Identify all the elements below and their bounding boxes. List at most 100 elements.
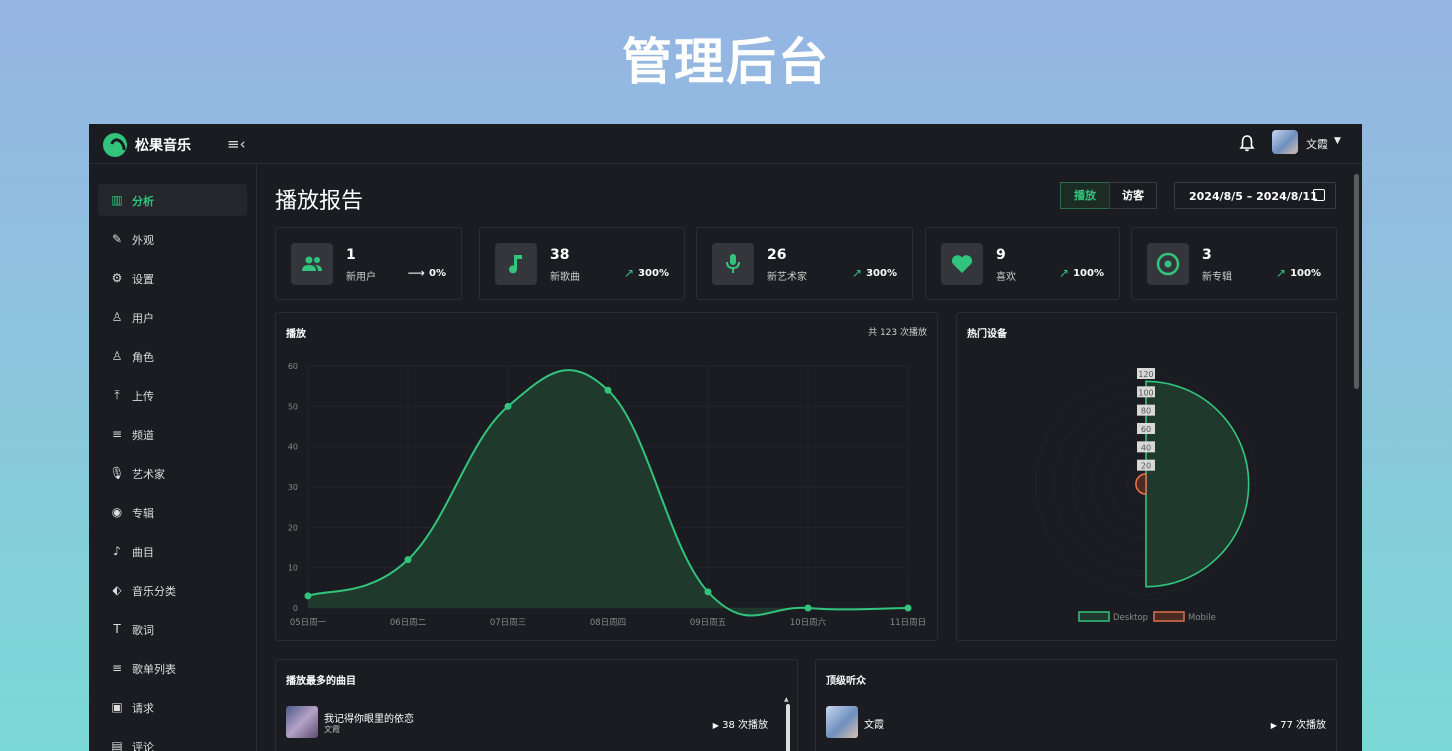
area-fill	[308, 370, 908, 616]
list-item[interactable]: 文霞 ▶ 77 次播放	[826, 706, 1326, 740]
list-item[interactable]: 我记得你眼里的依恋 文霞 ▶ 38 次播放	[286, 706, 768, 740]
sidebar-item-11[interactable]: T 歌词	[98, 613, 247, 645]
data-point[interactable]	[904, 604, 912, 612]
top-listeners-title: 顶级听众	[826, 676, 866, 687]
stat-value: 1	[346, 247, 356, 263]
sidebar-item-label: 请求	[132, 702, 154, 715]
music-note-icon	[509, 255, 522, 274]
users-icon	[302, 256, 322, 271]
gear-icon: ⚙	[111, 271, 123, 285]
listener-plays: ▶ 77 次播放	[1271, 716, 1326, 731]
sidebar-item-6[interactable]: ≡ 频道	[98, 418, 247, 450]
stat-label: 新艺术家	[767, 272, 807, 283]
stat-icon-box	[495, 243, 537, 285]
sidebar-item-label: 外观	[132, 234, 154, 247]
legend-swatch-desktop[interactable]	[1078, 611, 1110, 622]
page-scrollbar[interactable]	[1354, 174, 1359, 389]
scroll-up-icon[interactable]: ▲	[784, 696, 789, 703]
y-tick-label: 50	[288, 402, 298, 411]
stat-trend: 300%	[638, 268, 669, 279]
sidebar-item-12[interactable]: ≡ 歌单列表	[98, 652, 247, 684]
top-tracks-card: 播放最多的曲目 我记得你眼里的依恋 文霞 ▶ 38 次播放 ▲	[275, 659, 798, 751]
menu-toggle-icon[interactable]: ≡‹	[227, 135, 246, 153]
r-tick-label: 100	[1138, 388, 1153, 397]
y-tick-label: 0	[293, 604, 298, 613]
play-icon: ▶	[1270, 721, 1277, 730]
sidebar-item-label: 角色	[132, 351, 154, 364]
slice-mobile[interactable]	[1135, 473, 1147, 495]
sidebar-item-5[interactable]: ⤒ 上传	[98, 379, 247, 411]
music-note-icon: ♪	[113, 544, 121, 558]
album-icon	[1156, 252, 1180, 276]
stat-card: 38 新歌曲 ↗ 300%	[479, 227, 685, 300]
sidebar-item-4[interactable]: ♙ 角色	[98, 340, 247, 372]
x-tick-label: 05日周一	[290, 618, 327, 628]
playlist-icon: ≡	[111, 427, 123, 441]
play-chart-card: 播放 共 123 次播放 0 10 20 30 40 50 60 05日周一 06日周二 07日周…	[275, 312, 938, 641]
bell-icon[interactable]	[1239, 134, 1255, 152]
chevron-down-icon[interactable]: ▼	[1334, 136, 1341, 146]
trend-icon: ↗	[623, 266, 634, 280]
r-tick-label: 80	[1141, 407, 1151, 416]
stat-value: 38	[550, 247, 570, 263]
tab-visitors[interactable]: 访客	[1109, 182, 1157, 209]
data-point[interactable]	[604, 386, 612, 394]
play-area-chart: 0 10 20 30 40 50 60 05日周一 06日周二 07日周三 08日周四 09日周五 10…	[288, 362, 926, 628]
top-tracks-title: 播放最多的曲目	[286, 676, 356, 687]
sidebar-item-14[interactable]: ▤ 评论	[98, 730, 247, 751]
stat-icon-box	[712, 243, 754, 285]
list-scrollbar[interactable]	[786, 704, 790, 751]
heart-icon	[951, 255, 973, 273]
y-tick-label: 30	[288, 483, 298, 492]
sidebar-item-7[interactable]: 🎙 艺术家	[98, 457, 247, 489]
data-point[interactable]	[404, 556, 412, 564]
track-plays-text: 38 次播放	[722, 720, 768, 731]
logo-icon	[103, 133, 127, 157]
tab-play[interactable]: 播放	[1060, 182, 1110, 209]
stat-trend: 100%	[1073, 268, 1104, 279]
slice-desktop[interactable]	[1145, 380, 1250, 588]
sidebar-item-label: 评论	[132, 741, 154, 751]
data-point[interactable]	[704, 588, 712, 596]
user-name[interactable]: 文霞	[1306, 136, 1328, 152]
legend-swatch-mobile[interactable]	[1153, 611, 1185, 622]
sidebar-item-label: 音乐分类	[132, 585, 176, 598]
data-point[interactable]	[504, 402, 512, 410]
stat-label: 新专辑	[1202, 272, 1232, 283]
sidebar-item-2[interactable]: ⚙ 设置	[98, 262, 247, 294]
legend-label-mobile[interactable]: Mobile	[1188, 613, 1216, 623]
trend-icon: ↗	[851, 266, 862, 280]
sidebar-item-8[interactable]: ◉ 专辑	[98, 496, 247, 528]
avatar[interactable]	[1272, 130, 1298, 154]
stat-icon-box	[291, 243, 333, 285]
sidebar-item-3[interactable]: ♙ 用户	[98, 301, 247, 333]
microphone-icon: 🎙	[109, 466, 125, 480]
stat-trend: 300%	[866, 268, 897, 279]
sidebar-item-9[interactable]: ♪ 曲目	[98, 535, 247, 567]
playlist-add-icon: ≡	[111, 661, 123, 675]
legend-label-desktop[interactable]: Desktop	[1113, 613, 1148, 623]
data-point[interactable]	[804, 604, 812, 612]
comment-icon: ▤	[111, 739, 123, 751]
sidebar-item-13[interactable]: ▣ 请求	[98, 691, 247, 723]
x-tick-label: 11日周日	[890, 618, 926, 628]
sidebar-item-10[interactable]: ⬖ 音乐分类	[98, 574, 247, 606]
track-cover	[286, 706, 318, 738]
data-point[interactable]	[304, 592, 312, 600]
sidebar-item-label: 上传	[132, 390, 154, 403]
device-chart-card: 热门设备 20 40 60 80 100 120 Desktop Mobile	[956, 312, 1337, 641]
stat-trend: 0%	[429, 268, 446, 279]
sidebar-item-1[interactable]: ✎ 外观	[98, 223, 247, 255]
sidebar-item-0[interactable]: ▥ 分析	[98, 184, 247, 216]
stat-value: 3	[1202, 247, 1212, 263]
sidebar-item-label: 设置	[132, 273, 154, 286]
r-tick-label: 20	[1141, 462, 1151, 471]
trend-icon: ↗	[1058, 266, 1069, 280]
sidebar-item-label: 艺术家	[132, 468, 165, 481]
x-tick-label: 10日周六	[790, 617, 827, 628]
upload-icon: ⤒	[114, 388, 120, 402]
date-range-picker[interactable]: 2024/8/5 – 2024/8/11	[1174, 182, 1336, 209]
listener-avatar	[826, 706, 858, 738]
x-tick-label: 07日周三	[490, 618, 526, 628]
stat-icon-box	[1147, 243, 1189, 285]
